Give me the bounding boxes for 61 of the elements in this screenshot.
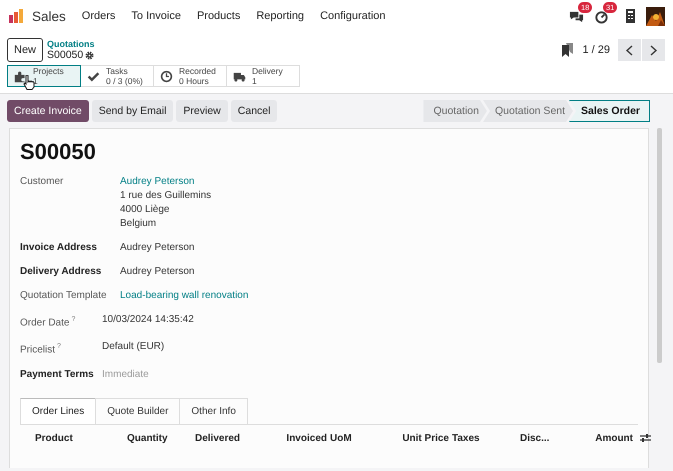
record-name: S00050 (47, 49, 84, 61)
column-header[interactable]: UoM (327, 432, 397, 444)
column-header[interactable]: Invoiced (270, 432, 327, 444)
address-line: 1 rue des Guillemins (120, 189, 212, 203)
tab[interactable]: Other Info (179, 398, 248, 424)
field-label: Delivery Address (20, 265, 102, 279)
smart-button[interactable]: Delivery 1 (226, 65, 300, 87)
column-header[interactable]: Amount (557, 432, 633, 444)
column-header[interactable]: Product (32, 432, 124, 444)
menu-item[interactable]: Reporting (256, 10, 304, 22)
field-label: Pricelist $^{?}$ (20, 342, 62, 358)
app-logo[interactable] (8, 8, 24, 24)
column-header[interactable]: Quantity (124, 432, 192, 444)
field-value[interactable]: Load-bearing wall renovation (120, 289, 248, 303)
action-button[interactable]: Cancel (230, 100, 278, 122)
hand-cursor-icon (23, 75, 35, 90)
clock-icon (160, 70, 173, 82)
address-line: Belgium (120, 217, 158, 231)
field-value: 10/03/2024 14:35:42 (102, 313, 194, 327)
pager-value: 1 / 29 (582, 44, 610, 56)
smart-button[interactable]: Recorded 0 Hours (153, 65, 227, 87)
field-value[interactable]: Audrey Peterson (120, 175, 248, 189)
tab[interactable]: Order Lines (20, 398, 96, 424)
chevron-left-icon (625, 44, 634, 56)
clock-icon[interactable] (594, 8, 609, 24)
previous-button[interactable] (618, 39, 641, 61)
puzzle-icon (14, 70, 27, 82)
field-label: Order Date $^{?}$ (20, 315, 76, 330)
field-label: Quotation Template (20, 289, 108, 303)
menu-item[interactable]: Products (196, 10, 240, 22)
status-stage[interactable]: Sales Order (569, 100, 650, 122)
field-label: Payment Terms (20, 368, 95, 382)
action-button[interactable]: Send by Email (92, 100, 174, 122)
settings-icon[interactable] (85, 50, 94, 60)
field-value: Audrey Peterson (120, 265, 196, 279)
address-line: 4000 Liège (120, 203, 170, 217)
status-stage[interactable]: Quotation (423, 100, 487, 122)
menu-item[interactable]: Configuration (320, 10, 386, 22)
next-button[interactable] (642, 39, 665, 61)
field-value: Default (EUR) (102, 340, 166, 354)
action-button[interactable]: Preview (176, 100, 228, 122)
bookmark-icon[interactable] (560, 43, 574, 57)
column-header[interactable]: Disc... (517, 432, 557, 444)
field-value: Audrey Peterson (120, 241, 196, 255)
app-name[interactable]: Sales (32, 8, 66, 24)
smart-button[interactable]: Tasks 0 / 3 (0%) (80, 65, 154, 87)
sliders-icon[interactable] (640, 433, 651, 444)
menu-item[interactable]: Orders (82, 10, 116, 22)
breadcrumb-link[interactable]: Quotations (47, 39, 95, 49)
menu-item[interactable]: To Invoice (131, 10, 181, 22)
column-header[interactable]: Taxes (449, 432, 517, 444)
record-title: S00050 (20, 139, 97, 165)
field-label: Invoice Address (20, 241, 98, 255)
check-icon (87, 70, 100, 82)
field-label: Customer (20, 175, 64, 189)
status-stage[interactable]: Quotation Sent (482, 100, 574, 122)
column-header[interactable]: Delivered (192, 432, 270, 444)
chevron-right-icon (649, 44, 658, 56)
action-button[interactable]: Create Invoice (7, 100, 89, 122)
column-header[interactable]: Unit Price (397, 432, 449, 444)
new-button[interactable]: New (7, 38, 44, 62)
